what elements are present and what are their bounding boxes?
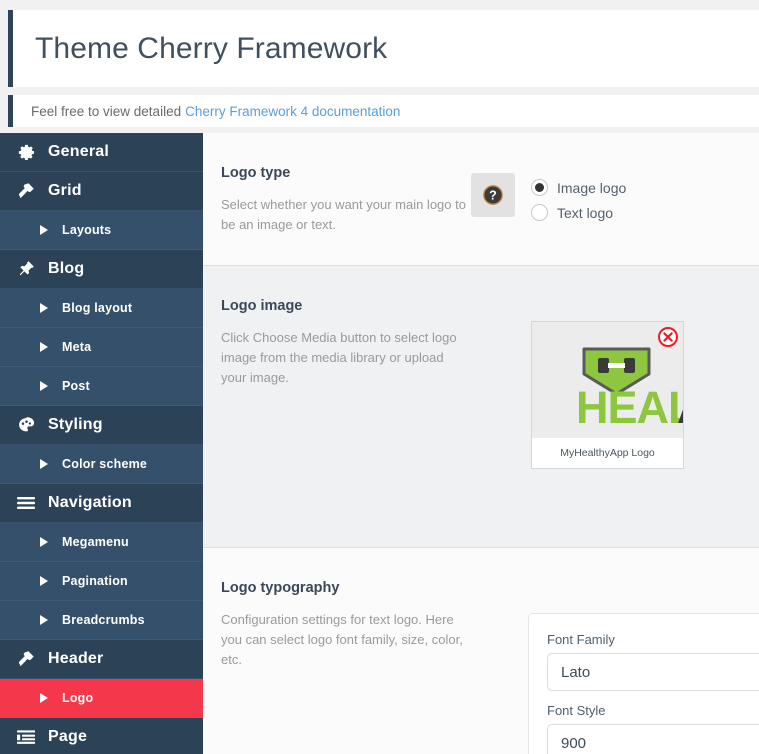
sidebar-item-label: Blog layout xyxy=(62,301,133,315)
section-logo-image: Logo image Click Choose Media button to … xyxy=(203,266,759,548)
sidebar-item-label: Megamenu xyxy=(62,535,129,549)
brush-icon xyxy=(14,649,38,669)
page-title: Theme Cherry Framework xyxy=(35,31,388,65)
caret-right-icon xyxy=(40,303,48,313)
svg-text:A: A xyxy=(677,382,683,433)
sidebar-item-label: Header xyxy=(48,650,104,667)
caret-right-icon xyxy=(40,693,48,703)
logo-thumbnail-caption: MyHealthyApp Logo xyxy=(532,438,683,468)
caret-right-icon xyxy=(40,576,48,586)
sidebar-item-blog[interactable]: Blog xyxy=(0,250,203,289)
sidebar-item-megamenu[interactable]: Megamenu xyxy=(0,523,203,562)
sidebar-item-label: Layouts xyxy=(62,223,112,237)
sidebar-item-label: General xyxy=(48,143,109,160)
hamburger-icon xyxy=(14,493,38,513)
question-mark-icon: ? xyxy=(483,185,503,205)
sidebar-item-color-scheme[interactable]: Color scheme xyxy=(0,445,203,484)
logo-thumbnail[interactable]: HEALTHY A MyHealthyApp Logo xyxy=(531,321,684,469)
logo-type-controls: ? Image logo Text logo xyxy=(471,173,626,225)
palette-icon xyxy=(14,415,38,435)
text-lines-icon xyxy=(14,727,38,747)
sidebar-item-post[interactable]: Post xyxy=(0,367,203,406)
sidebar-item-navigation[interactable]: Navigation xyxy=(0,484,203,523)
section-title-logo-image: Logo image xyxy=(221,298,303,314)
caret-right-icon xyxy=(40,615,48,625)
sidebar-item-label: Color scheme xyxy=(62,457,148,471)
caret-right-icon xyxy=(40,459,48,469)
sidebar-item-label: Blog xyxy=(48,260,85,277)
section-desc-logo-image: Click Choose Media button to select logo… xyxy=(221,330,457,386)
font-family-input[interactable]: Lato xyxy=(547,653,759,691)
remove-logo-button[interactable] xyxy=(658,327,678,347)
radio-label-image-logo: Image logo xyxy=(557,179,627,196)
close-icon xyxy=(663,332,673,342)
brush-icon xyxy=(14,181,38,201)
caret-right-icon xyxy=(40,381,48,391)
font-family-label: Font Family xyxy=(547,632,615,647)
sidebar-item-pagination[interactable]: Pagination xyxy=(0,562,203,601)
app-root: Theme Cherry Framework Feel free to view… xyxy=(0,0,759,754)
radio-dot-icon xyxy=(531,204,548,221)
documentation-link[interactable]: Cherry Framework 4 documentation xyxy=(185,104,400,119)
sidebar-item-label: Pagination xyxy=(62,574,128,588)
sidebar-item-page[interactable]: Page xyxy=(0,718,203,754)
font-style-label: Font Style xyxy=(547,703,606,718)
caret-right-icon xyxy=(40,342,48,352)
section-title-logo-typography: Logo typography xyxy=(221,580,340,596)
sidebar-item-meta[interactable]: Meta xyxy=(0,328,203,367)
help-button[interactable]: ? xyxy=(471,173,515,217)
sidebar-item-label: Post xyxy=(62,379,90,393)
page-title-panel: Theme Cherry Framework xyxy=(8,10,759,87)
sidebar-item-label: Meta xyxy=(62,340,92,354)
logo-type-radio-group: Image logo Text logo xyxy=(531,173,626,225)
sidebar-item-label: Logo xyxy=(62,691,94,705)
typography-panel: Font Family Lato Font Style 900 xyxy=(528,613,759,754)
radio-label-text-logo: Text logo xyxy=(557,204,614,221)
sidebar-item-breadcrumbs[interactable]: Breadcrumbs xyxy=(0,601,203,640)
section-desc-logo-type: Select whether you want your main logo t… xyxy=(221,197,466,233)
sidebar-item-label: Page xyxy=(48,728,88,745)
sidebar-item-blog-layout[interactable]: Blog layout xyxy=(0,289,203,328)
sidebar-item-general[interactable]: General xyxy=(0,133,203,172)
logo-thumbnail-image: HEALTHY A xyxy=(532,322,683,438)
section-logo-type: Logo type Select whether you want your m… xyxy=(203,133,759,266)
main-content: Logo type Select whether you want your m… xyxy=(203,133,759,754)
section-desc-logo-typography: Configuration settings for text logo. He… xyxy=(221,612,463,668)
sidebar-item-label: Grid xyxy=(48,182,82,199)
sidebar-item-styling[interactable]: Styling xyxy=(0,406,203,445)
sidebar-nav: General Grid Layouts Blog Blog layout Meta Pos… xyxy=(0,133,215,754)
documentation-notice: Feel free to view detailed Cherry Framew… xyxy=(8,95,759,127)
radio-dot-selected-icon xyxy=(531,179,548,196)
font-style-input[interactable]: 900 xyxy=(547,724,759,754)
sidebar-item-grid[interactable]: Grid xyxy=(0,172,203,211)
gear-icon xyxy=(14,142,38,162)
sidebar-item-layouts[interactable]: Layouts xyxy=(0,211,203,250)
svg-text:?: ? xyxy=(489,189,497,203)
radio-text-logo[interactable]: Text logo xyxy=(531,200,626,225)
caret-right-icon xyxy=(40,537,48,547)
sidebar-item-label: Navigation xyxy=(48,494,132,511)
sidebar-item-label: Styling xyxy=(48,416,103,433)
section-logo-typography: Logo typography Configuration settings f… xyxy=(203,548,759,754)
radio-image-logo[interactable]: Image logo xyxy=(531,175,626,200)
notice-text: Feel free to view detailed xyxy=(31,103,182,119)
svg-text:HEALTHY: HEALTHY xyxy=(576,382,683,433)
pin-icon xyxy=(14,259,38,279)
sidebar-item-logo[interactable]: Logo xyxy=(0,679,215,718)
caret-right-icon xyxy=(40,225,48,235)
sidebar-item-label: Breadcrumbs xyxy=(62,613,145,627)
sidebar-item-header[interactable]: Header xyxy=(0,640,203,679)
